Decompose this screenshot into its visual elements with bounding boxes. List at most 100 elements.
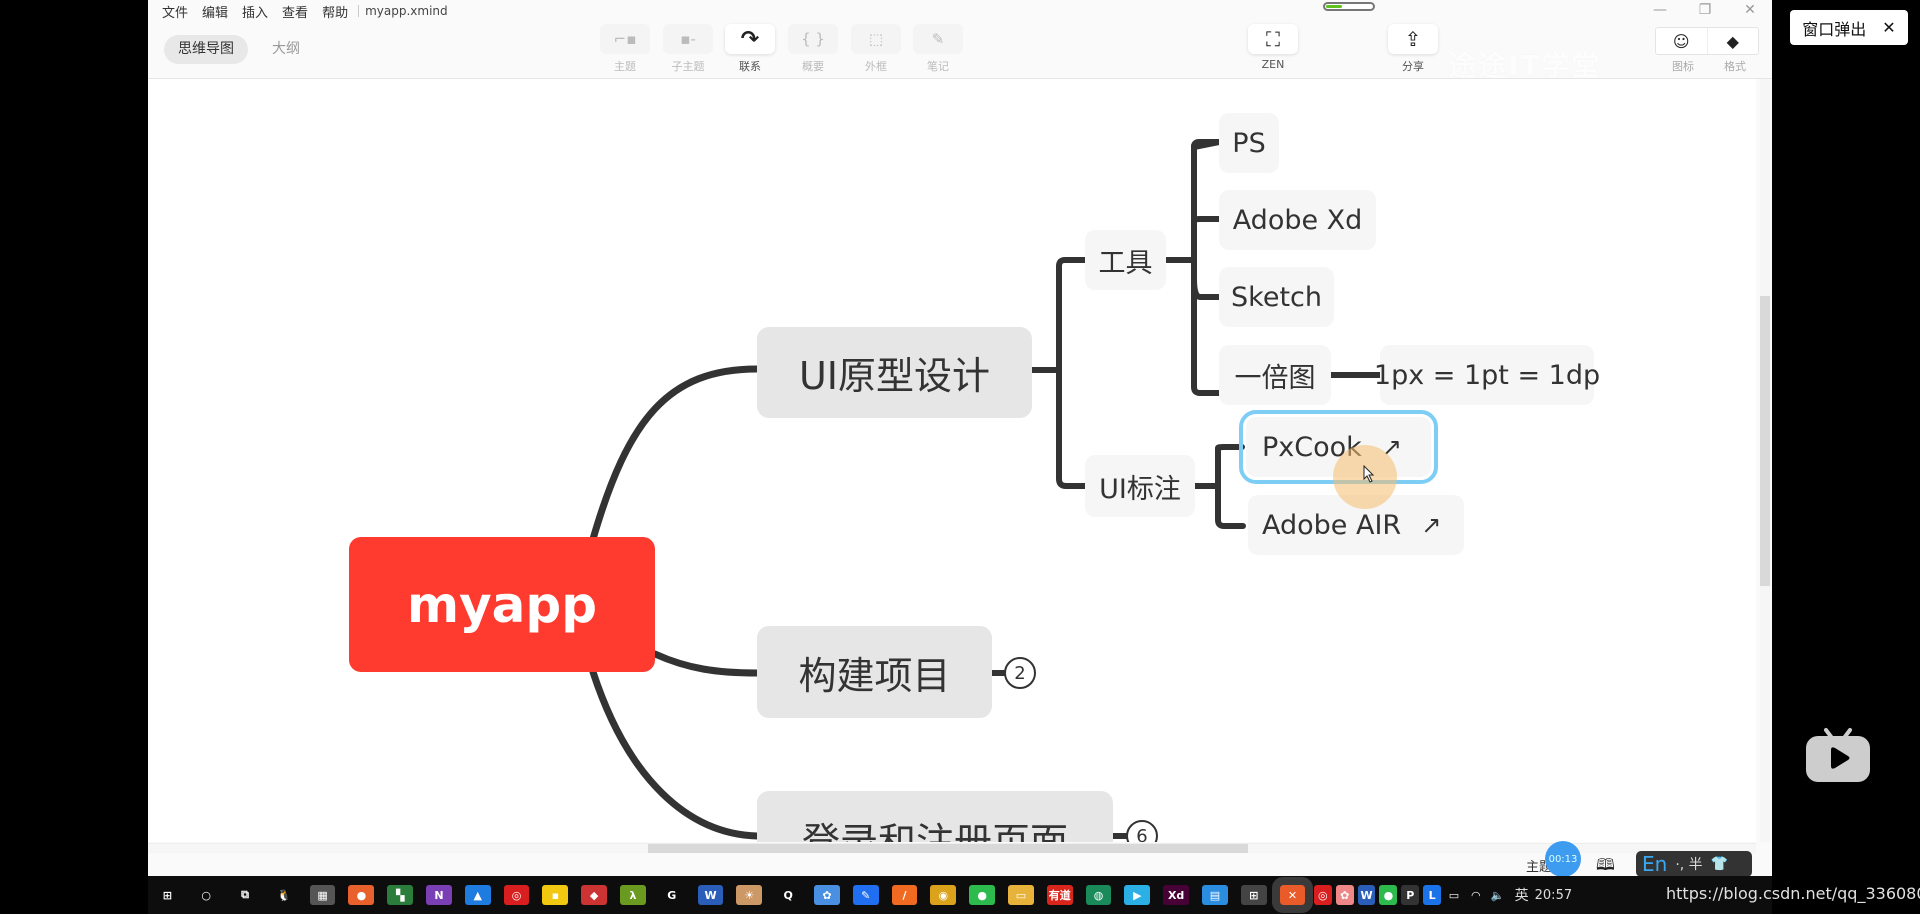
horizontal-scrollbar[interactable] — [148, 843, 1756, 854]
format-brush-icon[interactable]: ◆ — [1708, 28, 1759, 54]
connector-tools-leaves — [1163, 139, 1222, 396]
topic-1x-image[interactable]: 一倍图 — [1219, 345, 1331, 405]
topic-unit-equivalence[interactable]: 1px = 1pt = 1dp — [1374, 345, 1600, 405]
qq-icon[interactable]: 🐧 — [270, 885, 297, 905]
recording-timer: 00:13 — [1545, 841, 1581, 877]
minimize-button[interactable]: — — [1650, 2, 1670, 18]
clock-tray-icon[interactable]: L — [1423, 885, 1442, 905]
netease-tray-icon[interactable]: ◎ — [1313, 885, 1332, 905]
topic-sketch[interactable]: Sketch — [1219, 267, 1334, 327]
boundary-button[interactable]: ⬚ 外框 — [851, 24, 901, 74]
maximize-button[interactable]: ❐ — [1695, 2, 1715, 18]
popup-window-button[interactable]: 窗口弹出 ✕ — [1790, 10, 1908, 45]
format-panel-label: 格式 — [1724, 60, 1746, 73]
app-orange-icon[interactable]: / — [891, 885, 918, 905]
ime-punctuation[interactable]: ·, 半 — [1675, 854, 1702, 874]
tray-language[interactable]: 英 — [1515, 885, 1529, 905]
sticky-notes-icon[interactable]: ▪ — [542, 885, 569, 905]
app-blue-icon[interactable]: ✿ — [814, 885, 840, 905]
menu-insert[interactable]: 插入 — [242, 2, 268, 21]
wechat-tray-icon[interactable]: ● — [1379, 885, 1398, 905]
relationship-button[interactable]: ↷ 联系 — [725, 24, 775, 74]
chrome-icon[interactable]: ◉ — [930, 885, 957, 905]
progress-fill — [1326, 5, 1343, 8]
tab-mindmap[interactable]: 思维导图 — [164, 35, 248, 64]
shirt-icon[interactable]: 👕 — [1711, 856, 1728, 872]
word-icon[interactable]: W — [697, 885, 724, 905]
ime-toolbar[interactable]: En ·, 半 👕 — [1636, 851, 1752, 877]
share-icon: ⇪ — [1388, 24, 1438, 54]
vertical-scrollbar[interactable] — [1760, 79, 1770, 842]
onenote-icon[interactable]: N — [426, 885, 452, 905]
subtopic-button[interactable]: ▪- 子主题 — [663, 24, 713, 74]
app-tray-icon[interactable]: ✿ — [1335, 885, 1354, 905]
external-link-icon[interactable]: ↗ — [1421, 511, 1441, 539]
app-colorful-icon[interactable]: ▚ — [387, 885, 414, 905]
relationship-icon: ↷ — [725, 24, 775, 54]
menu-help[interactable]: 帮助 — [322, 2, 348, 21]
netease-music-icon[interactable]: ◎ — [503, 885, 530, 905]
url-watermark: https://blog.csdn.net/qq_33608000 — [1666, 884, 1920, 903]
share-button[interactable]: ⇪ 分享 — [1388, 24, 1438, 74]
photos-icon[interactable]: ▲ — [464, 885, 491, 905]
menu-file[interactable]: 文件 — [162, 2, 188, 21]
collapsed-count-badge[interactable]: 2 — [1004, 657, 1036, 689]
topic-label: 主题 — [614, 60, 636, 73]
app-flag-icon[interactable]: ◆ — [581, 885, 608, 905]
topic-ui-prototype[interactable]: UI原型设计 — [757, 327, 1032, 418]
app-p-tray-icon[interactable]: P — [1401, 885, 1420, 905]
wifi-icon[interactable]: ◠ — [1466, 885, 1485, 905]
topic-button[interactable]: ⌐▪ 主题 — [600, 24, 650, 74]
wechat-icon[interactable]: ● — [969, 885, 996, 905]
search-app-icon[interactable]: Q — [775, 885, 802, 905]
tab-outline[interactable]: 大纲 — [258, 35, 314, 64]
store-icon[interactable]: ⊞ — [1240, 885, 1267, 905]
topic-tools[interactable]: 工具 — [1085, 230, 1166, 290]
xmind-icon[interactable]: ✕ — [1271, 877, 1314, 913]
notes-button[interactable]: ✎ 笔记 — [913, 24, 963, 74]
app-book-icon[interactable]: ▤ — [1202, 885, 1228, 905]
smiley-icon[interactable]: ☺ — [1656, 28, 1708, 54]
windows-start-icon[interactable]: ⊞ — [154, 885, 181, 905]
task-view-icon[interactable]: ⧉ — [232, 885, 258, 905]
fullscreen-icon: ⛶ — [1248, 24, 1298, 54]
topic-ps[interactable]: PS — [1219, 113, 1279, 173]
close-icon[interactable]: ✕ — [1882, 18, 1895, 37]
notes-label: 笔记 — [927, 60, 949, 73]
mindmap-canvas[interactable]: myapp UI原型设计 构建项目 2 登录和注册页面 6 工具 UI标注 PS… — [148, 79, 1756, 842]
topic-ui-annotation[interactable]: UI标注 — [1085, 455, 1195, 517]
app-red-g-icon[interactable]: G — [658, 885, 685, 905]
calculator-icon[interactable]: ▦ — [309, 885, 336, 905]
youdao-icon[interactable]: 有道 — [1046, 885, 1073, 905]
lambda-icon[interactable]: λ — [620, 885, 646, 905]
battery-icon[interactable]: ▭ — [1445, 885, 1463, 905]
zen-button[interactable]: ⛶ ZEN — [1248, 24, 1298, 71]
progress-bar — [1323, 2, 1375, 11]
video-play-icon[interactable] — [1804, 722, 1872, 784]
topic-login-register[interactable]: 登录和注册页面 — [757, 791, 1113, 842]
topic-icon: ⌐▪ — [600, 24, 650, 54]
tencent-video-icon[interactable]: ▶ — [1124, 885, 1151, 905]
app-green-icon[interactable]: ◍ — [1085, 885, 1112, 905]
cortana-icon[interactable]: ○ — [193, 885, 220, 905]
menu-view[interactable]: 查看 — [282, 2, 308, 21]
menu-edit[interactable]: 编辑 — [202, 2, 228, 21]
root-topic[interactable]: myapp — [349, 537, 655, 672]
tray-clock[interactable]: 20:57 — [1535, 888, 1572, 903]
file-explorer-icon[interactable]: ▭ — [1008, 885, 1034, 905]
ime-language[interactable]: En — [1642, 852, 1667, 876]
topic-adobe-xd[interactable]: Adobe Xd — [1219, 190, 1376, 250]
boundary-label: 外框 — [865, 60, 887, 73]
volume-icon[interactable]: 🔈 — [1488, 885, 1507, 905]
topic-adobe-air-label: Adobe AIR — [1262, 509, 1402, 541]
adobe-xd-icon[interactable]: Xd — [1163, 885, 1190, 905]
app-lion-icon[interactable]: ☀ — [736, 885, 763, 905]
feishu-icon[interactable]: ✎ — [852, 885, 879, 905]
vertical-scroll-thumb[interactable] — [1760, 296, 1770, 586]
subtopic-label: 子主题 — [671, 60, 705, 73]
summary-button[interactable]: { } 概要 — [788, 24, 838, 74]
firefox-icon[interactable]: ● — [348, 885, 375, 905]
topic-build-project[interactable]: 构建项目 — [757, 626, 992, 718]
word-tray-icon[interactable]: W — [1357, 885, 1376, 905]
close-button[interactable]: ✕ — [1740, 2, 1760, 18]
